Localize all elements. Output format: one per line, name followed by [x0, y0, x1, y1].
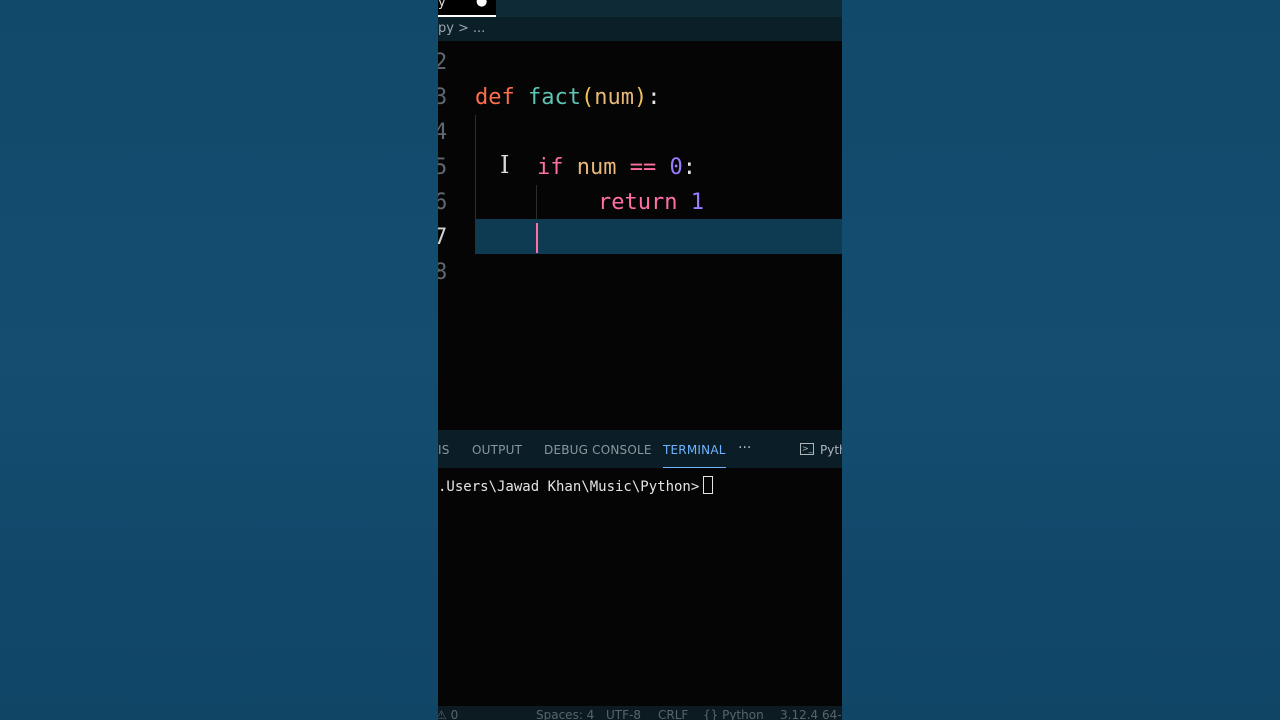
paren-close: )	[633, 85, 648, 110]
tab-output[interactable]: OUTPUT	[472, 430, 522, 468]
status-language[interactable]: {} Python	[703, 706, 764, 720]
line-number-active: 7	[438, 225, 448, 250]
keyword-return: return	[598, 190, 678, 215]
code-line-return: return 1	[598, 185, 704, 220]
colon: :	[682, 155, 696, 180]
tab-terminal[interactable]: TERMINAL	[663, 430, 726, 468]
more-icon[interactable]: ···	[738, 430, 751, 468]
status-problems[interactable]: ⚠ 0	[438, 706, 458, 720]
code-editor[interactable]: 2 3 4 5 6 7 8 def fact(num): if num == 0…	[438, 41, 842, 430]
terminal[interactable]: .Users\Jawad Khan\Music\Python>	[438, 468, 842, 706]
tab-bar: y ●	[438, 0, 842, 17]
terminal-icon[interactable]: >_	[800, 443, 814, 455]
line-number: 4	[438, 120, 448, 145]
current-line-highlight	[475, 219, 842, 254]
editor-tab[interactable]: y ●	[438, 0, 496, 17]
status-eol[interactable]: CRLF	[658, 706, 688, 720]
prompt-path: .Users\Jawad Khan\Music\Python>	[438, 479, 700, 495]
status-spaces[interactable]: Spaces: 4	[536, 706, 594, 720]
terminal-name[interactable]: Pyth	[820, 430, 842, 468]
text-cursor	[536, 223, 538, 253]
status-encoding[interactable]: UTF-8	[606, 706, 641, 720]
unsaved-dot-icon[interactable]: ●	[476, 0, 487, 9]
tab-debug-console[interactable]: DEBUG CONSOLE	[544, 430, 652, 468]
line-number: 3	[438, 85, 448, 110]
panel-tab-bar: IS OUTPUT DEBUG CONSOLE TERMINAL ··· >_ …	[438, 430, 842, 468]
status-bar: ⚠ 0 Spaces: 4 UTF-8 CRLF {} Python 3.12.…	[438, 706, 842, 720]
tab-problems[interactable]: IS	[438, 430, 450, 468]
number-literal: 0	[669, 155, 683, 180]
paren-open: (	[580, 85, 595, 110]
indent-guide	[475, 115, 476, 254]
parameter: num	[594, 85, 634, 110]
terminal-cursor	[703, 476, 714, 494]
line-number: 2	[438, 50, 448, 75]
status-version[interactable]: 3.12.4 64-b	[780, 706, 842, 720]
function-name: fact	[528, 85, 581, 110]
background-right	[842, 0, 1280, 720]
code-line-def: def fact(num):	[475, 80, 660, 115]
breadcrumb: py >...	[438, 17, 842, 41]
line-number: 8	[438, 260, 448, 285]
line-number: 5	[438, 155, 448, 180]
number-literal: 1	[690, 190, 704, 215]
terminal-prompt: .Users\Jawad Khan\Music\Python>	[438, 476, 714, 495]
mouse-ibeam-icon: I	[500, 151, 510, 179]
breadcrumb-separator: >	[457, 21, 469, 36]
code-line-if: if num == 0:	[537, 150, 696, 185]
operator: ==	[629, 155, 657, 180]
breadcrumb-file[interactable]: py	[438, 17, 454, 41]
breadcrumb-more[interactable]: ...	[473, 17, 485, 41]
line-number: 6	[438, 190, 448, 215]
background-left	[0, 0, 438, 720]
variable: num	[576, 155, 617, 180]
vscode-window: y ● py >... 2 3 4 5 6 7 8 def fact(num): …	[438, 0, 842, 720]
keyword-def: def	[475, 85, 515, 110]
tab-label: y	[438, 0, 446, 10]
keyword-if: if	[537, 155, 564, 180]
colon: :	[647, 85, 661, 110]
indent-guide	[536, 185, 537, 220]
